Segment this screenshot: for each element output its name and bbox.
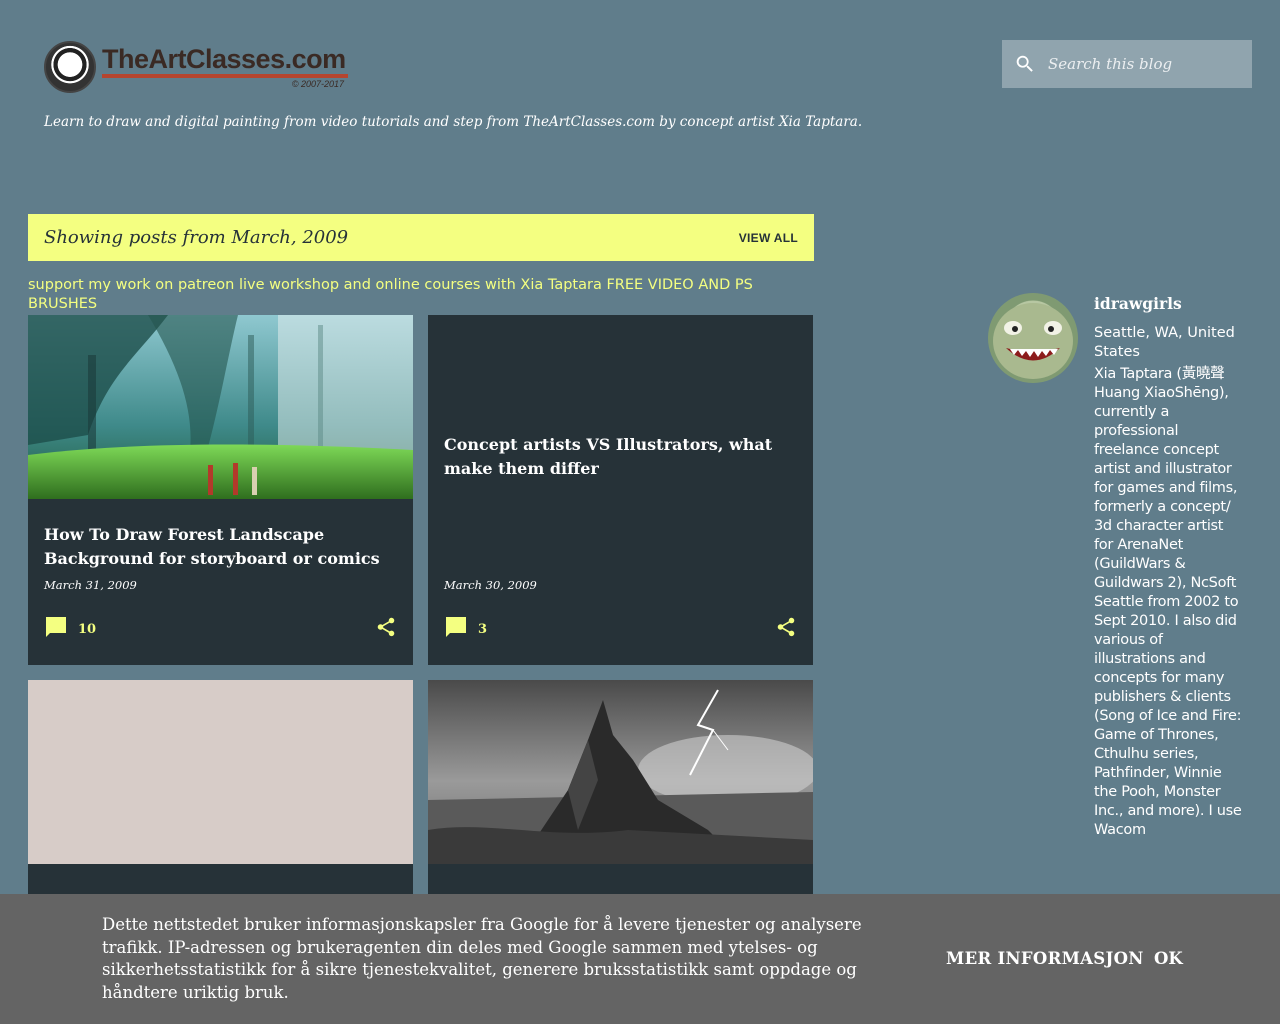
post-card[interactable]: How To Draw Forest Landscape Background … bbox=[28, 315, 413, 665]
logo-badge-icon bbox=[44, 41, 96, 93]
comments-link[interactable]: 10 bbox=[44, 615, 96, 639]
profile-bio: Xia Taptara (黃曉聲 Huang XiaoShēng), curre… bbox=[1094, 366, 1242, 838]
profile-name[interactable]: idrawgirls bbox=[1094, 294, 1182, 313]
post-date: March 30, 2009 bbox=[444, 578, 537, 592]
post-title[interactable]: Concept artists VS Illustrators, what ma… bbox=[444, 433, 794, 481]
logo-underline bbox=[102, 74, 348, 78]
post-title[interactable]: How To Draw Forest Landscape Background … bbox=[44, 523, 394, 571]
view-all-link[interactable]: VIEW ALL bbox=[739, 231, 798, 245]
share-button[interactable] bbox=[375, 615, 397, 643]
share-button[interactable] bbox=[775, 615, 797, 643]
cookie-notice-text: Dette nettstedet bruker informasjonskaps… bbox=[102, 915, 862, 1002]
patreon-link[interactable]: support my work on patreon bbox=[28, 277, 234, 293]
archive-title: Showing posts from March, 2009 bbox=[44, 227, 349, 248]
archive-filter-bar: Showing posts from March, 2009 VIEW ALL bbox=[28, 214, 814, 261]
logo-copyright: © 2007-2017 bbox=[291, 79, 344, 89]
site-logo[interactable]: TheArtClasses.com © 2007-2017 bbox=[44, 38, 350, 96]
share-icon bbox=[777, 617, 795, 637]
post-card[interactable] bbox=[428, 680, 813, 894]
post-thumbnail[interactable] bbox=[428, 680, 813, 864]
post-thumbnail[interactable] bbox=[28, 315, 413, 499]
comments-link[interactable]: 3 bbox=[444, 615, 487, 639]
search-icon[interactable] bbox=[1002, 53, 1048, 75]
comment-count: 10 bbox=[78, 621, 97, 637]
cookie-ok-button[interactable]: OK bbox=[1154, 949, 1183, 968]
search-input[interactable] bbox=[1048, 55, 1238, 73]
post-date: March 31, 2009 bbox=[44, 578, 137, 592]
comment-icon bbox=[46, 617, 66, 637]
post-card[interactable]: Concept artists VS Illustrators, what ma… bbox=[428, 315, 813, 665]
promo-links: support my work on patreon live workshop… bbox=[28, 276, 788, 314]
comment-count: 3 bbox=[478, 621, 488, 637]
site-tagline: Learn to draw and digital painting from … bbox=[44, 114, 863, 130]
comment-icon bbox=[446, 617, 466, 637]
workshop-link[interactable]: live workshop and online courses with Xi… bbox=[239, 277, 602, 293]
share-icon bbox=[377, 617, 395, 637]
post-thumbnail[interactable] bbox=[28, 680, 413, 864]
search-box[interactable] bbox=[1002, 40, 1252, 88]
profile-avatar[interactable] bbox=[988, 293, 1078, 383]
logo-text: TheArtClasses.com bbox=[102, 44, 346, 74]
profile-location: Seattle, WA, United States bbox=[1094, 325, 1235, 360]
post-card[interactable] bbox=[28, 680, 413, 894]
cookie-more-info-button[interactable]: MER INFORMASJON bbox=[946, 949, 1144, 968]
cookie-banner: Dette nettstedet bruker informasjonskaps… bbox=[0, 894, 1280, 1024]
